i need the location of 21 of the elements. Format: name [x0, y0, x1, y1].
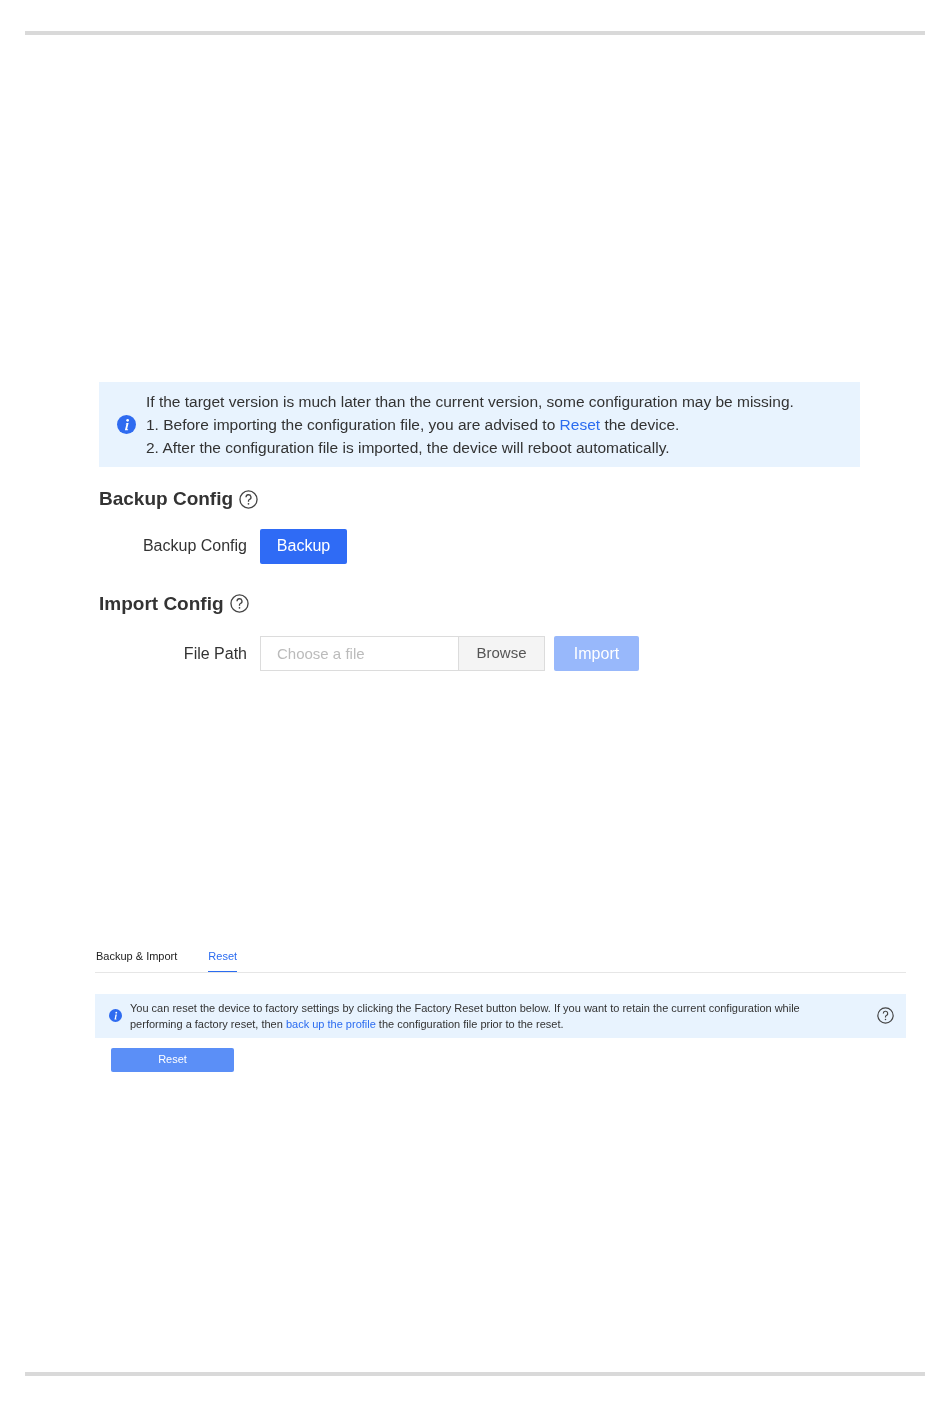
notice-text: You can reset the device to factory settings by clicking the Factory Reset button below. If you want to retain the current configuration while performing a factory reset, then back up the profile the configuration file prior to the reset.	[130, 1000, 801, 1032]
backup-button[interactable]: Backup	[260, 528, 347, 564]
reset-link[interactable]: Reset	[559, 416, 601, 433]
info-icon	[117, 415, 136, 434]
reset-button[interactable]: Reset	[111, 1047, 234, 1072]
notice-text: If the target version is much later than the current version, some configuration may be missing.	[146, 392, 794, 412]
tab[interactable]: Reset	[208, 948, 238, 972]
section-title: Import Config	[99, 591, 224, 616]
help-icon[interactable]	[229, 594, 249, 614]
notice-text: 2. After the configuration file is imported, the device will reboot automatically.	[146, 438, 671, 458]
info-icon	[109, 1009, 122, 1022]
help-icon[interactable]	[239, 489, 259, 509]
field-label: Backup Config	[141, 536, 248, 556]
tab[interactable]: Backup & Import	[96, 948, 178, 972]
field-label: File Path	[182, 643, 248, 664]
section-title: Backup Config	[99, 487, 234, 511]
help-icon[interactable]	[877, 1007, 894, 1024]
file-path-field[interactable]: Choose a file	[260, 636, 459, 671]
browse-button[interactable]: Browse	[459, 636, 545, 671]
backup-link[interactable]: back up the profile	[285, 1017, 376, 1030]
notice-text: 1. Before importing the configuration file, you are advised to Reset the device.	[146, 415, 681, 435]
